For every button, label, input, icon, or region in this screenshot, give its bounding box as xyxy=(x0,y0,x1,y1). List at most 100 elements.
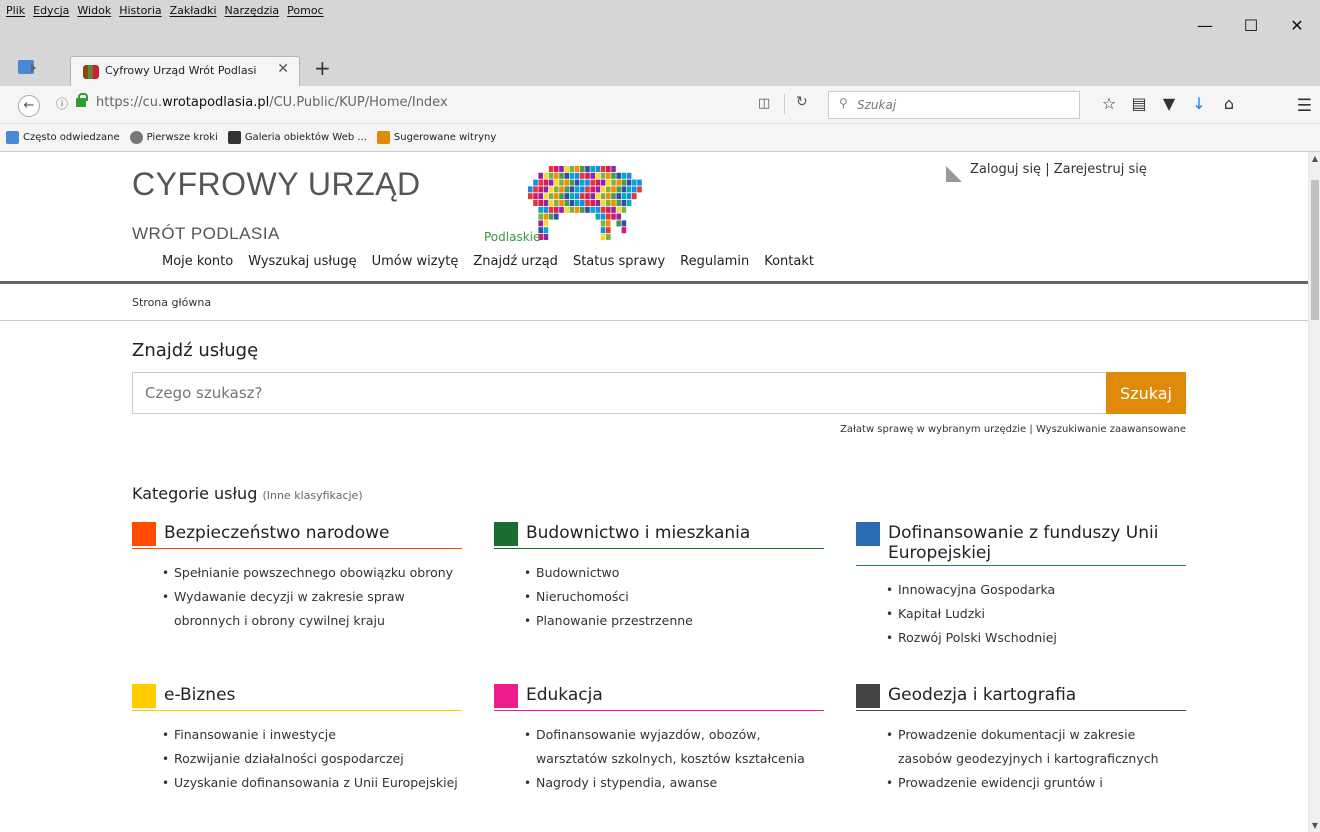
nav-case-status[interactable]: Status sprawy xyxy=(573,254,665,269)
category-item-link[interactable]: Uzyskanie dofinansowania z Unii Europejs… xyxy=(162,771,462,795)
bing-icon xyxy=(376,131,390,144)
category-item-link[interactable]: Prowadzenie dokumentacji w zakresie zaso… xyxy=(886,723,1186,771)
category-item-list: Spełnianie powszechnego obowiązku obrony… xyxy=(132,561,462,633)
nav-terms[interactable]: Regulamin xyxy=(680,254,749,269)
nav-book-visit[interactable]: Umów wizytę xyxy=(372,254,459,269)
bookmark-item[interactable]: Pierwsze kroki xyxy=(129,131,218,144)
back-arrow-icon[interactable]: ← xyxy=(18,95,40,117)
reader-view-icon[interactable]: ◫ xyxy=(758,96,770,111)
category-title[interactable]: Dofinansowanie z funduszy Unii Europejsk… xyxy=(856,522,1186,566)
bookmark-star-icon[interactable]: ☆ xyxy=(1094,94,1124,113)
pocket-icon[interactable]: ▼ xyxy=(1154,94,1184,113)
category-block: Geodezja i kartografia Prowadzenie dokume… xyxy=(856,684,1186,795)
minimize-button[interactable]: — xyxy=(1182,8,1228,44)
category-item-link[interactable]: Spełnianie powszechnego obowiązku obrony xyxy=(162,561,462,585)
tab-cyfrowy-urzad[interactable]: Cyfrowy Urząd Wrót Podlasi ✕ xyxy=(70,56,300,88)
category-item-link[interactable]: Planowanie przestrzenne xyxy=(524,609,824,633)
url-domain: wrotapodlasia.pl xyxy=(162,95,270,110)
lock-icon[interactable] xyxy=(76,93,88,107)
close-window-button[interactable]: ✕ xyxy=(1274,8,1320,44)
service-search-input[interactable] xyxy=(132,372,1106,414)
category-item-link[interactable]: Nieruchomości xyxy=(524,585,824,609)
category-title[interactable]: Geodezja i kartografia xyxy=(856,684,1186,711)
search-button[interactable]: Szukaj xyxy=(1106,372,1186,414)
tab-list-icon[interactable] xyxy=(18,60,36,74)
nav-search-service[interactable]: Wyszukaj usługę xyxy=(248,254,356,269)
category-title[interactable]: Bezpieczeństwo narodowe xyxy=(132,522,462,549)
category-color-icon xyxy=(132,522,156,546)
category-block: Bezpieczeństwo narodowe Spełnianie powsze… xyxy=(132,522,462,633)
category-item-link[interactable]: Kapitał Ludzki xyxy=(886,602,1186,626)
page-scrollbar[interactable]: ▲ ▼ xyxy=(1308,152,1320,832)
maximize-button[interactable]: ☐ xyxy=(1228,8,1274,44)
category-item-link[interactable]: Innowacyjna Gospodarka xyxy=(886,578,1186,602)
category-color-icon xyxy=(494,522,518,546)
scroll-up-icon[interactable]: ▲ xyxy=(1309,154,1320,163)
category-name: Budownictwo i mieszkania xyxy=(526,523,751,543)
downloads-icon[interactable]: ↓ xyxy=(1184,94,1214,113)
register-link[interactable]: Zarejestruj się xyxy=(1054,162,1147,177)
bookmarks-library-icon[interactable]: ▤ xyxy=(1124,94,1154,113)
category-name: Geodezja i kartografia xyxy=(888,685,1077,705)
login-link[interactable]: Zaloguj się xyxy=(970,162,1041,177)
nav-contact[interactable]: Kontakt xyxy=(764,254,814,269)
home-icon[interactable]: ⌂ xyxy=(1214,94,1244,113)
category-item-list: Finansowanie i inwestycjeRozwijanie dzia… xyxy=(132,723,462,795)
category-title[interactable]: Budownictwo i mieszkania xyxy=(494,522,824,549)
tab-bar: Cyfrowy Urząd Wrót Podlasi ✕ + xyxy=(0,48,1320,88)
site-title[interactable]: CYFROWY URZĄD xyxy=(132,166,421,203)
address-bar[interactable]: https://cu.wrotapodlasia.pl/CU.Public/KU… xyxy=(96,95,448,110)
new-tab-button[interactable]: + xyxy=(314,56,331,80)
category-block: Dofinansowanie z funduszy Unii Europejsk… xyxy=(856,522,1186,650)
scroll-down-icon[interactable]: ▼ xyxy=(1309,821,1320,830)
breadcrumb[interactable]: Strona główna xyxy=(132,296,211,309)
info-icon[interactable]: ⓘ xyxy=(56,95,68,112)
tab-close-icon[interactable]: ✕ xyxy=(277,61,289,77)
browser-search-input[interactable] xyxy=(857,95,1067,115)
category-block: e-Biznes Finansowanie i inwestycjeRozwija… xyxy=(132,684,462,795)
category-item-link[interactable]: Wydawanie decyzji w zakresie spraw obron… xyxy=(162,585,462,633)
url-prefix: https://cu. xyxy=(96,95,163,110)
categories-heading: Kategorie usług (Inne klasyfikacje) xyxy=(132,484,363,503)
menu-tools[interactable]: Narzędzia xyxy=(225,4,280,17)
menu-items: Plik Edycja Widok Historia Zakładki Narz… xyxy=(6,4,324,17)
bookmark-item[interactable]: Galeria obiektów Web ... xyxy=(227,131,367,144)
hamburger-menu-icon[interactable]: ☰ xyxy=(1297,96,1312,116)
category-block: Edukacja Dofinansowanie wyjazdów, obozów,… xyxy=(494,684,824,795)
bookmark-item[interactable]: Często odwiedzane xyxy=(6,131,120,144)
category-item-list: Innowacyjna GospodarkaKapitał LudzkiRozw… xyxy=(856,578,1186,650)
advanced-search-link[interactable]: Wyszukiwanie zaawansowane xyxy=(1036,424,1186,435)
category-item-link[interactable]: Rozwój Polski Wschodniej xyxy=(886,626,1186,650)
reload-icon[interactable]: ↻ xyxy=(796,94,808,110)
breadcrumb-divider xyxy=(0,320,1308,321)
bookmark-item[interactable]: Sugerowane witryny xyxy=(376,131,496,144)
category-title[interactable]: Edukacja xyxy=(494,684,824,711)
category-item-link[interactable]: Dofinansowanie wyjazdów, obozów, warszta… xyxy=(524,723,824,771)
category-item-link[interactable]: Nagrody i stypendia, awanse xyxy=(524,771,824,795)
menu-view[interactable]: Widok xyxy=(77,4,111,17)
office-link[interactable]: Załatw sprawę w wybranym urzędzie xyxy=(840,424,1026,435)
scroll-thumb[interactable] xyxy=(1311,180,1319,320)
url-separator xyxy=(784,94,785,114)
category-title[interactable]: e-Biznes xyxy=(132,684,462,711)
nav-find-office[interactable]: Znajdź urząd xyxy=(473,254,558,269)
site-subtitle: WRÓT PODLASIA xyxy=(132,224,280,243)
browser-search-box[interactable]: ⚲ xyxy=(828,91,1080,119)
nav-my-account[interactable]: Moje konto xyxy=(162,254,233,269)
menu-file[interactable]: Plik xyxy=(6,4,25,17)
menu-help[interactable]: Pomoc xyxy=(287,4,323,17)
find-service-heading: Znajdź usługę xyxy=(132,340,259,361)
menu-history[interactable]: Historia xyxy=(119,4,161,17)
window-controls: — ☐ ✕ xyxy=(1182,8,1320,44)
menu-bookmarks[interactable]: Zakładki xyxy=(170,4,217,17)
category-item-link[interactable]: Finansowanie i inwestycje xyxy=(162,723,462,747)
category-item-link[interactable]: Rozwijanie działalności gospodarczej xyxy=(162,747,462,771)
main-navigation: Moje konto Wyszukaj usługę Umów wizytę Z… xyxy=(162,254,814,269)
user-icon xyxy=(946,166,962,182)
menu-edit[interactable]: Edycja xyxy=(33,4,69,17)
category-color-icon xyxy=(494,684,518,708)
category-item-link[interactable]: Prowadzenie ewidencji gruntów i xyxy=(886,771,1186,795)
category-item-link[interactable]: Budownictwo xyxy=(524,561,824,585)
category-item-list: BudownictwoNieruchomościPlanowanie przes… xyxy=(494,561,824,633)
other-classifications-link[interactable]: (Inne klasyfikacje) xyxy=(262,489,362,502)
